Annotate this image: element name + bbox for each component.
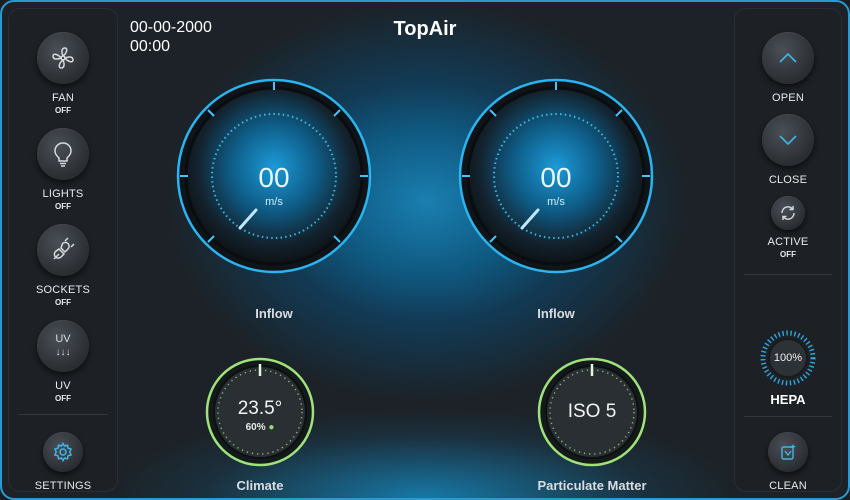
hepa-indicator: 100% HEPA bbox=[734, 330, 842, 407]
inflow-gauge-right: 00 m/s bbox=[456, 76, 656, 276]
right-sidebar: OPEN CLOSE ACTIVE OFF 100% HEPA CLEAN bbox=[734, 8, 842, 492]
uv-icon-text: UV bbox=[55, 333, 71, 345]
close-label: CLOSE bbox=[768, 174, 808, 186]
active-state: OFF bbox=[780, 250, 796, 259]
uv-icon: UV ↓↓↓ bbox=[37, 320, 89, 372]
lights-button[interactable]: LIGHTS OFF bbox=[8, 128, 118, 211]
right-divider-bottom bbox=[744, 416, 832, 417]
open-label: OPEN bbox=[772, 92, 804, 104]
uv-button[interactable]: UV ↓↓↓ UV OFF bbox=[8, 320, 118, 403]
particulate-value: ISO 5 bbox=[567, 401, 617, 422]
lights-label: LIGHTS bbox=[42, 188, 84, 200]
droplet-icon: ● bbox=[268, 422, 275, 433]
gear-icon bbox=[43, 432, 83, 472]
inflow-gauge-left: 00 m/s bbox=[174, 76, 374, 276]
sockets-button[interactable]: SOCKETS OFF bbox=[8, 224, 118, 307]
hepa-label: HEPA bbox=[770, 392, 806, 407]
uv-label: UV bbox=[55, 380, 71, 392]
particulate-gauge: ISO 5 bbox=[536, 356, 648, 468]
open-button[interactable]: OPEN bbox=[734, 32, 842, 104]
inflow-right-label: Inflow bbox=[537, 306, 575, 321]
climate-temperature: 23.5° bbox=[237, 398, 283, 419]
settings-button[interactable]: SETTINGS bbox=[8, 432, 118, 492]
left-sidebar: FAN OFF LIGHTS OFF SOCKETS OFF UV ↓↓↓ UV… bbox=[8, 8, 118, 492]
clean-label: CLEAN bbox=[769, 480, 807, 492]
refresh-icon bbox=[771, 196, 805, 230]
app-frame: FAN OFF LIGHTS OFF SOCKETS OFF UV ↓↓↓ UV… bbox=[0, 0, 850, 500]
particulate-label: Particulate Matter bbox=[537, 478, 647, 493]
hepa-value: 100% bbox=[773, 352, 803, 364]
uv-state: OFF bbox=[55, 394, 71, 403]
fan-label: FAN bbox=[52, 92, 74, 104]
settings-label: SETTINGS bbox=[34, 480, 92, 492]
chevron-down-icon bbox=[762, 114, 814, 166]
active-label: ACTIVE bbox=[767, 236, 809, 248]
climate-humidity-row: 60% ● bbox=[204, 422, 316, 433]
fan-button[interactable]: FAN OFF bbox=[8, 32, 118, 115]
climate-label: Climate bbox=[236, 478, 284, 493]
inflow-left-value: 00 bbox=[258, 162, 290, 193]
climate-gauge: 23.5° 60% ● bbox=[204, 356, 316, 468]
sockets-label: SOCKETS bbox=[36, 284, 90, 296]
uv-icon-arrows: ↓↓↓ bbox=[55, 347, 71, 358]
climate-humidity: 60% bbox=[245, 422, 266, 433]
active-button[interactable]: ACTIVE OFF bbox=[734, 196, 842, 259]
plug-icon bbox=[37, 224, 89, 276]
fan-state: OFF bbox=[55, 106, 71, 115]
clean-button[interactable]: CLEAN bbox=[734, 432, 842, 492]
lights-state: OFF bbox=[55, 202, 71, 211]
left-divider bbox=[18, 414, 108, 415]
chevron-up-icon bbox=[762, 32, 814, 84]
hepa-ring: 100% bbox=[760, 330, 816, 386]
clean-icon bbox=[768, 432, 808, 472]
lightbulb-icon bbox=[37, 128, 89, 180]
right-divider-top bbox=[744, 274, 832, 275]
inflow-right-unit: m/s bbox=[547, 196, 565, 208]
sockets-state: OFF bbox=[55, 298, 71, 307]
app-title: TopAir bbox=[393, 18, 457, 40]
close-button[interactable]: CLOSE bbox=[734, 114, 842, 186]
inflow-left-unit: m/s bbox=[265, 196, 283, 208]
inflow-left-label: Inflow bbox=[255, 306, 293, 321]
inflow-right-value: 00 bbox=[540, 162, 572, 193]
